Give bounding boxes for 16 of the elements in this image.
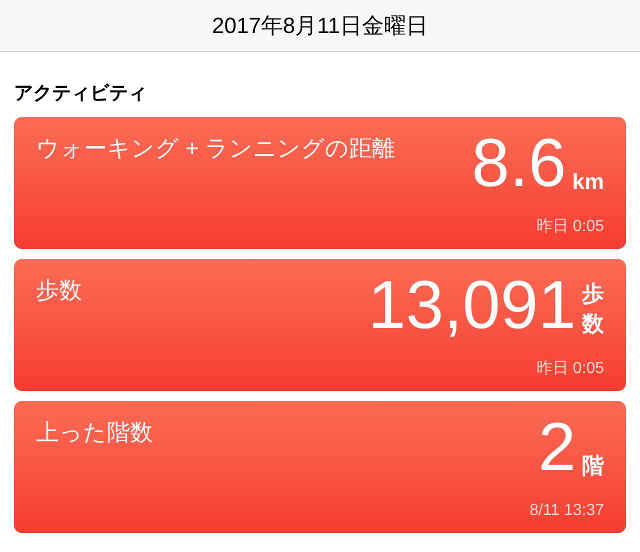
activity-card[interactable]: ウォーキング + ランニングの距離 8.6 km 昨日 0:05 bbox=[14, 116, 626, 248]
metric-value: 8.6 bbox=[472, 124, 566, 200]
date-title: 2017年8月11日金曜日 bbox=[212, 12, 428, 40]
section-title: アクティビティ bbox=[14, 83, 147, 104]
metric-value: 13,091 bbox=[368, 266, 576, 342]
timestamp: 8/11 13:37 bbox=[530, 500, 604, 520]
timestamp: 昨日 0:05 bbox=[536, 358, 604, 378]
card-title: 歩数 bbox=[36, 276, 83, 304]
timestamp: 昨日 0:05 bbox=[536, 216, 604, 236]
metric-unit: 階 bbox=[582, 452, 604, 480]
activity-card[interactable]: 上った階数 2 階 8/11 13:37 bbox=[14, 400, 626, 532]
metric-unit: km bbox=[572, 168, 604, 196]
card-title: ウォーキング + ランニングの距離 bbox=[36, 134, 396, 162]
metric-unit: 歩数 bbox=[582, 280, 604, 338]
metric-value: 2 bbox=[538, 408, 576, 484]
card-title: 上った階数 bbox=[36, 418, 154, 446]
